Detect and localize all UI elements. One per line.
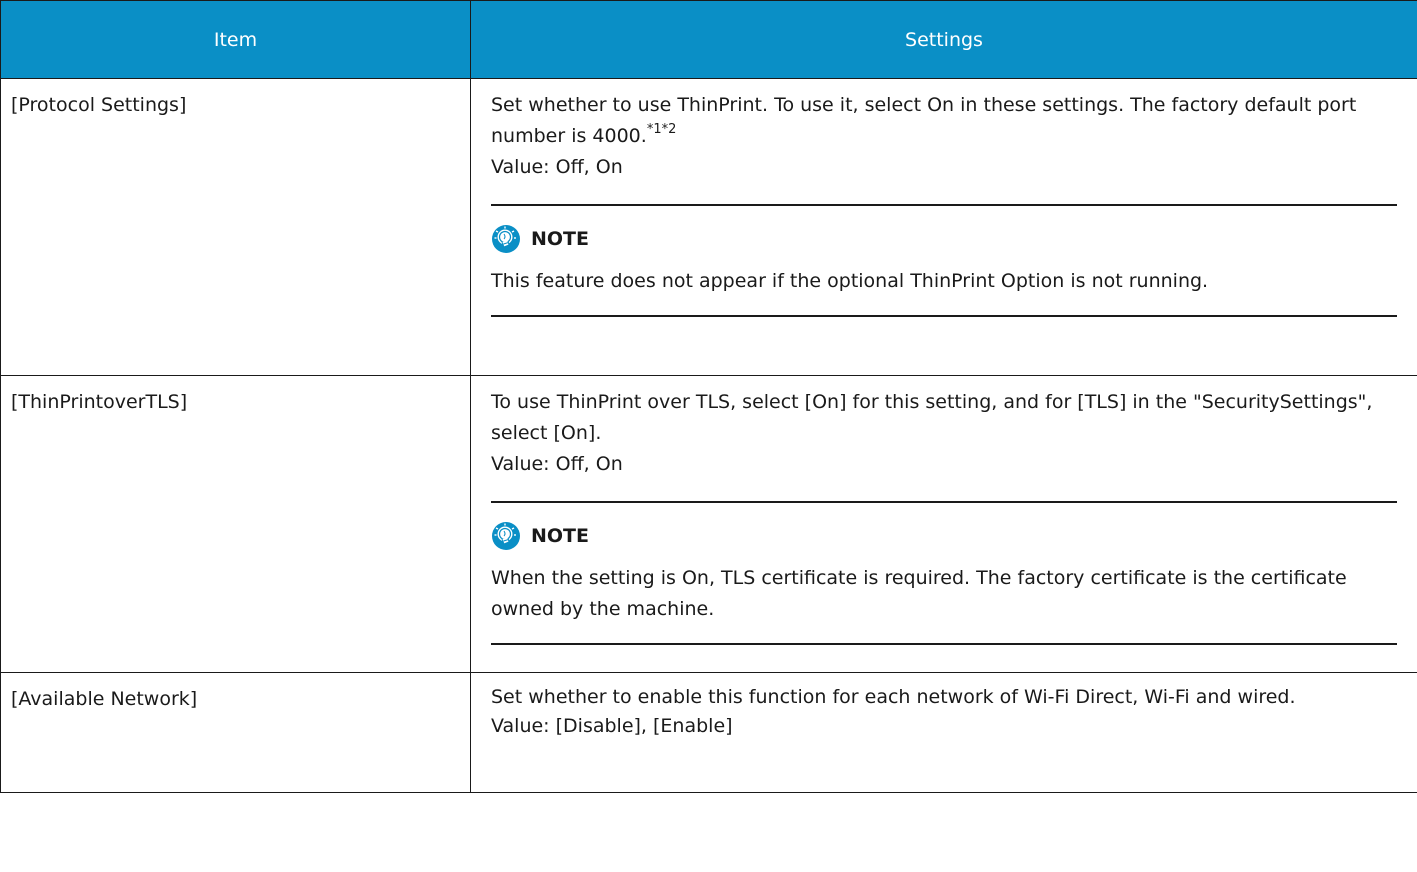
table-header-row: Item Settings (0, 0, 1417, 79)
setting-description: Set whether to use ThinPrint. To use it,… (491, 90, 1397, 152)
setting-value: Value: Off, On (491, 453, 623, 475)
note-box: NOTE When the setting is On, TLS certifi… (491, 501, 1397, 645)
column-header-item: Item (0, 0, 471, 79)
item-cell: [Protocol Settings] (0, 78, 471, 376)
item-label: [Available Network] (11, 688, 198, 710)
lightbulb-note-icon (492, 225, 520, 253)
item-cell: [ThinPrintoverTLS] (0, 375, 471, 673)
note-text: This feature does not appear if the opti… (491, 270, 1209, 292)
table-row: [Protocol Settings] Set whether to use T… (0, 78, 1417, 376)
lightbulb-note-icon (492, 522, 520, 550)
item-label: [ThinPrintoverTLS] (11, 391, 188, 413)
settings-cell: Set whether to use ThinPrint. To use it,… (470, 78, 1417, 376)
note-text: When the setting is On, TLS certificate … (491, 567, 1347, 620)
item-label: [Protocol Settings] (11, 94, 187, 116)
note-label: NOTE (531, 525, 589, 547)
table-row: [Available Network] Set whether to enabl… (0, 672, 1417, 793)
setting-value: Value: [Disable], [Enable] (491, 715, 733, 737)
setting-description: To use ThinPrint over TLS, select [On] f… (491, 391, 1373, 444)
column-header-settings: Settings (470, 0, 1417, 79)
note-box: NOTE This feature does not appear if the… (491, 204, 1397, 317)
settings-table: Item Settings [Protocol Settings] Set wh… (0, 0, 1417, 793)
setting-value: Value: Off, On (491, 156, 623, 178)
item-cell: [Available Network] (0, 672, 471, 793)
settings-cell: To use ThinPrint over TLS, select [On] f… (470, 375, 1417, 673)
table-row: [ThinPrintoverTLS] To use ThinPrint over… (0, 375, 1417, 673)
setting-description: Set whether to enable this function for … (491, 686, 1296, 708)
footnote-ref: *1*2 (646, 121, 677, 137)
settings-cell: Set whether to enable this function for … (470, 672, 1417, 793)
note-label: NOTE (531, 228, 589, 250)
description-text: Set whether to use ThinPrint. To use it,… (491, 94, 1357, 147)
